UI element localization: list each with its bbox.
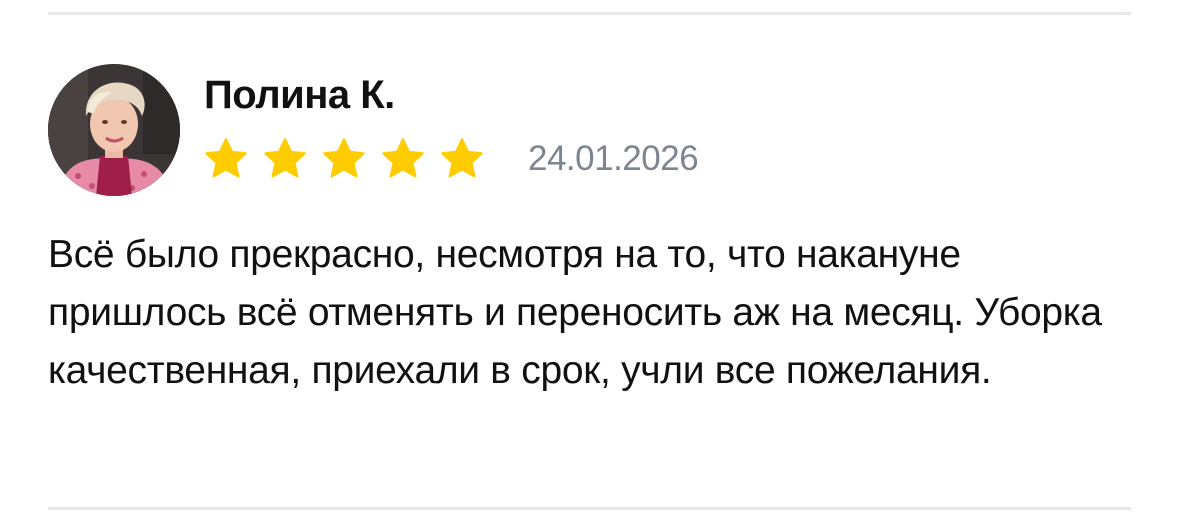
star-icon — [382, 138, 424, 178]
review-text: Всё было прекрасно, несмотря на то, что … — [48, 233, 1102, 392]
author-name: Полина К. — [204, 73, 395, 117]
avatar[interactable] — [48, 64, 180, 196]
review-date: 24.01.2026 — [528, 139, 699, 178]
star-icon — [323, 138, 365, 178]
star-icon — [441, 138, 483, 178]
top-divider — [48, 12, 1131, 15]
star-icon — [205, 138, 247, 178]
bottom-divider — [48, 507, 1131, 510]
star-rating — [203, 135, 485, 183]
star-icon — [264, 138, 306, 178]
